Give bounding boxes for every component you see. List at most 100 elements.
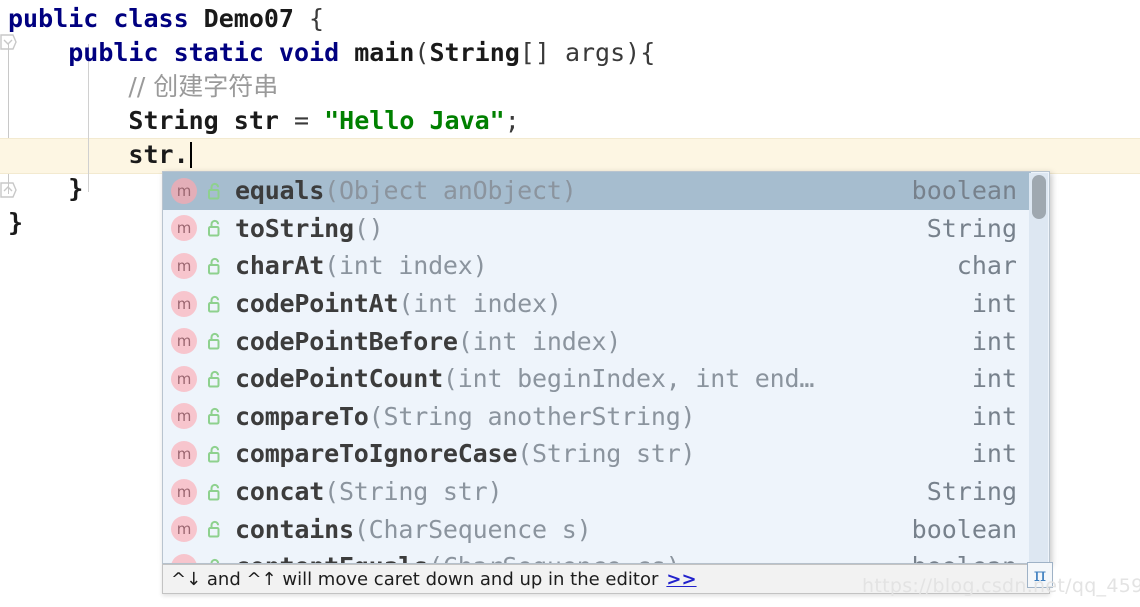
watermark-text: https://blog.csdn.net/qq_45942076	[862, 575, 1140, 597]
code-token: }	[68, 174, 84, 203]
code-token: public static void	[68, 38, 355, 67]
completion-item-signature: compareTo(String anotherString)	[235, 402, 956, 431]
completion-item-signature: concat(String str)	[235, 477, 911, 506]
completion-item[interactable]: m concat(String str) String	[163, 472, 1031, 511]
method-icon: m	[171, 215, 197, 242]
completion-item-params: (CharSequence s)	[353, 514, 592, 544]
completion-item-params: (String str)	[517, 439, 696, 469]
completion-item-signature: codePointBefore(int index)	[235, 327, 956, 356]
completion-item[interactable]: m contains(CharSequence s) boolean	[163, 510, 1031, 548]
method-icon: m	[171, 365, 197, 392]
completion-item-name: compareTo	[235, 401, 369, 431]
completion-item[interactable]: m charAt(int index) char	[163, 247, 1031, 285]
code-token: main	[354, 38, 415, 67]
public-lock-icon	[205, 255, 225, 277]
completion-item-signature: equals(Object anObject)	[235, 176, 896, 205]
code-token: ){	[625, 38, 656, 67]
public-lock-icon	[205, 481, 225, 503]
caret-line-text: str.	[128, 140, 189, 169]
code-token: Demo07	[203, 4, 294, 33]
completion-item-params: (int index)	[398, 289, 562, 319]
code-line-4: }	[8, 172, 83, 206]
public-lock-icon	[205, 180, 225, 202]
completion-hint-text: ^↓ and ^↑ will move caret down and up in…	[171, 568, 659, 590]
completion-item-return-type: boolean	[911, 176, 1017, 206]
completion-item-params: (int index)	[324, 251, 488, 281]
completion-item-params: (int index)	[457, 326, 622, 356]
code-line-2: // 创建字符串	[8, 70, 278, 104]
completion-item-params: (int beginIndex, int end…	[442, 364, 815, 394]
code-token: }	[8, 208, 24, 237]
completion-item-params: (Object anObject)	[324, 176, 577, 206]
completion-item-return-type: boolean	[911, 514, 1017, 544]
completion-item-return-type: String	[926, 213, 1017, 243]
completion-hint-more-link[interactable]: >>	[666, 569, 696, 590]
completion-item-signature: contentEquals(CharSequence cs)	[235, 552, 896, 563]
scrollbar-thumb[interactable]	[1032, 175, 1046, 219]
completion-item-params: ()	[353, 213, 384, 243]
completion-item-params: (String str)	[324, 477, 503, 507]
code-token: String	[429, 38, 520, 67]
text-caret	[189, 142, 192, 168]
completion-item-name: codePointAt	[235, 289, 399, 319]
completion-item[interactable]: m codePointBefore(int index) int	[163, 322, 1031, 360]
completion-item-name: contentEquals	[235, 552, 428, 563]
completion-item-signature: codePointAt(int index)	[235, 289, 956, 318]
completion-item-params: (CharSequence cs)	[428, 552, 681, 563]
method-icon: m	[171, 440, 197, 467]
completion-item-return-type: String	[926, 477, 1017, 507]
public-lock-icon	[205, 217, 225, 239]
completion-item-return-type: int	[971, 364, 1017, 394]
public-lock-icon	[205, 293, 225, 315]
code-token: String str	[128, 106, 294, 135]
completion-item-signature: toString()	[235, 214, 911, 243]
method-icon: m	[171, 403, 197, 430]
public-lock-icon	[205, 556, 225, 563]
completion-item-name: toString	[235, 213, 354, 243]
completion-item-name: concat	[235, 477, 325, 507]
method-icon: m	[171, 553, 197, 563]
completion-item[interactable]: m toString() String	[163, 209, 1031, 248]
completion-item-return-type: int	[971, 401, 1017, 431]
code-line-5: }	[8, 206, 23, 240]
code-token: []	[519, 38, 565, 67]
completion-item-name: codePointCount	[235, 364, 443, 394]
completion-scrollbar[interactable]	[1029, 173, 1048, 563]
completion-item[interactable]: m compareToIgnoreCase(String str) int	[163, 435, 1031, 473]
completion-item-signature: charAt(int index)	[235, 251, 941, 280]
completion-item[interactable]: mcontentEquals(CharSequence cs)boolean	[163, 547, 1031, 563]
completion-item-return-type: int	[971, 326, 1017, 356]
completion-item-list[interactable]: m equals(Object anObject) boolean m toString…	[163, 172, 1031, 563]
completion-item[interactable]: m compareTo(String anotherString) int	[163, 397, 1031, 436]
method-icon: m	[171, 177, 197, 204]
completion-item[interactable]: m codePointAt(int index) int	[163, 284, 1031, 323]
method-icon: m	[171, 290, 197, 317]
method-icon: m	[171, 478, 197, 505]
code-completion-popup[interactable]: m equals(Object anObject) boolean m toString…	[162, 171, 1050, 564]
completion-item-params: (String anotherString)	[368, 401, 696, 431]
completion-item-name: contains	[235, 514, 354, 544]
code-token: =	[294, 106, 325, 135]
completion-item[interactable]: m codePointCount(int beginIndex, int end……	[163, 359, 1031, 398]
code-token: (	[414, 38, 430, 67]
completion-item-signature: compareToIgnoreCase(String str)	[235, 439, 956, 468]
code-line-1: public static void main(String[] args){	[8, 36, 655, 70]
code-line-3: String str = "Hello Java";	[8, 104, 519, 138]
completion-item-name: codePointBefore	[235, 326, 458, 356]
completion-item-signature: codePointCount(int beginIndex, int end…	[235, 364, 956, 393]
code-token: // 创建字符串	[128, 72, 279, 101]
completion-item-name: charAt	[235, 251, 325, 281]
code-token: {	[293, 4, 325, 33]
completion-item[interactable]: m equals(Object anObject) boolean	[163, 172, 1031, 210]
completion-item-name: compareToIgnoreCase	[235, 439, 518, 469]
public-lock-icon	[205, 330, 225, 352]
completion-item-name: equals	[235, 176, 325, 206]
completion-item-return-type: boolean	[896, 552, 1031, 563]
public-lock-icon	[205, 368, 225, 390]
caret-line[interactable]: str.	[8, 138, 192, 172]
